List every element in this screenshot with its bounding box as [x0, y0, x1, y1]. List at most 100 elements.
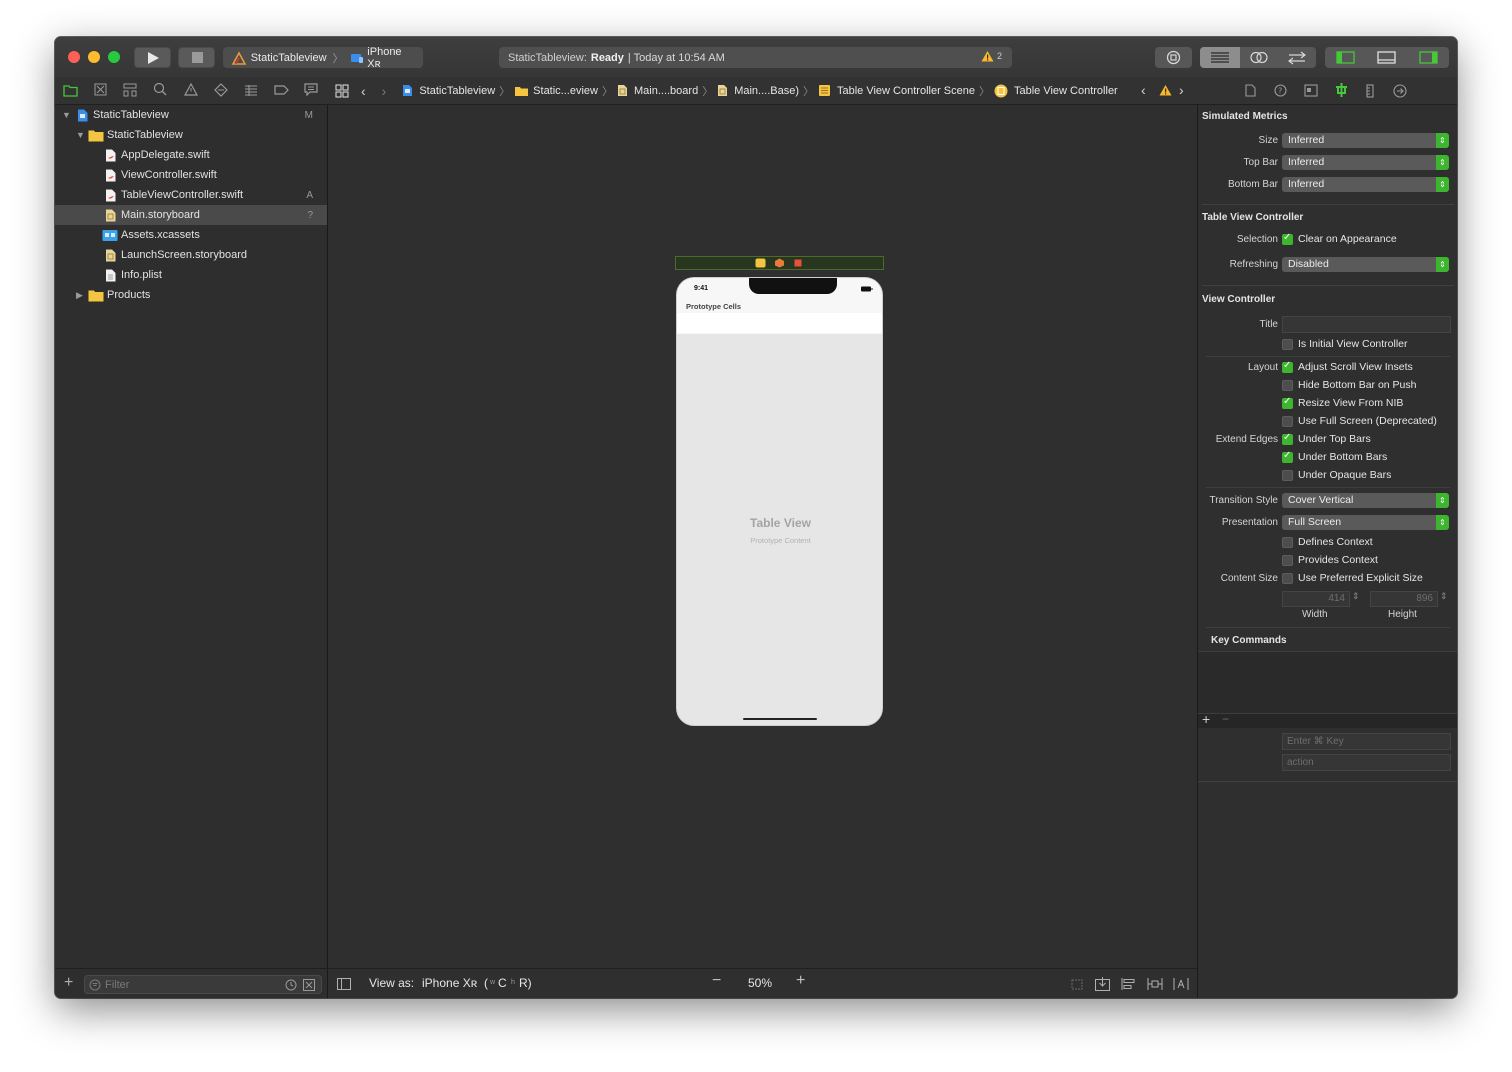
- hide-bottom-bar-checkbox[interactable]: [1282, 380, 1293, 391]
- warning-icon[interactable]: [1159, 84, 1172, 96]
- toggle-inspector-button[interactable]: [1408, 47, 1449, 68]
- first-responder-icon[interactable]: [774, 258, 785, 268]
- provides-context-checkbox[interactable]: [1282, 555, 1293, 566]
- jump-item[interactable]: Main....Base): [734, 85, 799, 97]
- jump-item[interactable]: Static...eview: [533, 85, 598, 97]
- bottom-bar-popup[interactable]: Inferred ⇕: [1282, 177, 1449, 192]
- connections-inspector-icon[interactable]: [1393, 84, 1407, 98]
- use-full-screen-checkbox[interactable]: [1282, 416, 1293, 427]
- add-file-button[interactable]: +: [64, 974, 73, 992]
- run-button[interactable]: [134, 47, 171, 68]
- height-stepper-icon[interactable]: ⇕: [1440, 591, 1448, 602]
- back-arrow-icon[interactable]: ‹: [361, 83, 366, 99]
- key-commands-list[interactable]: [1198, 651, 1457, 714]
- stop-button[interactable]: [178, 47, 215, 68]
- navigator-item[interactable]: ▼ StaticTableview M: [55, 105, 327, 125]
- top-bar-popup[interactable]: Inferred ⇕: [1282, 155, 1449, 170]
- defines-context-checkbox[interactable]: [1282, 537, 1293, 548]
- minimize-window-button[interactable]: [88, 51, 100, 63]
- size-popup[interactable]: Inferred ⇕: [1282, 133, 1449, 148]
- under-bottom-bars-checkbox[interactable]: [1282, 450, 1293, 463]
- exit-icon[interactable]: [793, 258, 804, 268]
- table-view-controller-scene[interactable]: 9:41 Prototype Cells Table View Prototyp…: [676, 277, 883, 726]
- clear-on-appearance-checkbox[interactable]: [1282, 232, 1293, 245]
- navigator-item[interactable]: LaunchScreen.storyboard: [55, 245, 327, 265]
- previous-issue-icon[interactable]: ‹: [1141, 82, 1146, 98]
- toggle-debug-area-button[interactable]: [1366, 47, 1408, 68]
- title-field[interactable]: [1282, 316, 1451, 333]
- presentation-popup[interactable]: Full Screen ⇕: [1282, 515, 1449, 530]
- standard-editor-button[interactable]: [1200, 47, 1240, 68]
- jump-item[interactable]: StaticTableview: [419, 85, 495, 97]
- align-icon[interactable]: [1121, 977, 1136, 991]
- disclosure-open-icon[interactable]: ▼: [62, 110, 71, 120]
- navigator-item[interactable]: TableViewController.swift A: [55, 185, 327, 205]
- width-field[interactable]: 414: [1282, 591, 1350, 607]
- filter-field[interactable]: Filter: [84, 975, 322, 994]
- test-navigator-icon[interactable]: [214, 83, 228, 97]
- embed-in-icon[interactable]: [1095, 977, 1110, 991]
- view-controller-dock-icon[interactable]: [755, 258, 766, 268]
- disclosure-closed-icon[interactable]: ▶: [76, 290, 83, 301]
- is-initial-view-controller-checkbox[interactable]: [1282, 339, 1293, 350]
- warning-indicator[interactable]: 2: [981, 50, 1002, 62]
- refreshing-popup[interactable]: Disabled ⇕: [1282, 257, 1449, 272]
- recent-files-icon[interactable]: [285, 979, 297, 991]
- zoom-out-button[interactable]: −: [712, 972, 721, 990]
- jump-item[interactable]: Table View Controller Scene: [837, 85, 975, 97]
- transition-style-popup[interactable]: Cover Vertical ⇕: [1282, 493, 1449, 508]
- update-frames-icon[interactable]: [1070, 978, 1084, 991]
- resolve-autolayout-issues-icon[interactable]: [1173, 977, 1189, 991]
- navigator-item[interactable]: ▶ Products: [55, 285, 327, 305]
- resize-view-from-nib-checkbox[interactable]: [1282, 396, 1293, 409]
- zoom-window-button[interactable]: [108, 51, 120, 63]
- version-editor-button[interactable]: [1278, 47, 1316, 68]
- toggle-navigator-button[interactable]: [1325, 47, 1366, 68]
- remove-key-command-button[interactable]: −: [1222, 712, 1229, 726]
- document-outline-toggle-icon[interactable]: [337, 978, 351, 990]
- source-control-navigator-icon[interactable]: [94, 83, 107, 97]
- forward-arrow-icon[interactable]: ›: [382, 83, 387, 99]
- size-inspector-icon[interactable]: [1366, 84, 1374, 98]
- help-icon[interactable]: ?: [1274, 84, 1287, 97]
- disclosure-open-icon[interactable]: ▼: [76, 130, 85, 140]
- height-field[interactable]: 896: [1370, 591, 1438, 607]
- navigator-item[interactable]: ▼ StaticTableview: [55, 125, 327, 145]
- under-opaque-bars-checkbox[interactable]: [1282, 470, 1293, 481]
- breakpoint-navigator-icon[interactable]: [274, 84, 289, 96]
- zoom-level[interactable]: 50%: [748, 976, 772, 990]
- navigator-item-selected[interactable]: Main.storyboard ?: [55, 205, 327, 225]
- find-navigator-icon[interactable]: [153, 82, 167, 96]
- close-window-button[interactable]: [68, 51, 80, 63]
- view-as-device[interactable]: iPhone Xʀ: [422, 976, 477, 990]
- scene-dock[interactable]: [675, 256, 884, 270]
- navigator-item[interactable]: ViewController.swift: [55, 165, 327, 185]
- adjust-scroll-view-insets-checkbox[interactable]: [1282, 360, 1293, 373]
- scheme-selector[interactable]: StaticTableview 〉 iPhone Xʀ: [223, 46, 423, 70]
- attributes-inspector-icon[interactable]: [1334, 82, 1349, 98]
- issue-navigator-icon[interactable]: [184, 83, 198, 96]
- width-stepper-icon[interactable]: ⇕: [1352, 591, 1360, 602]
- navigator-item[interactable]: AppDelegate.swift: [55, 145, 327, 165]
- identity-inspector-icon[interactable]: [1304, 84, 1318, 97]
- symbol-navigator-icon[interactable]: [123, 83, 137, 97]
- interface-builder-canvas[interactable]: 9:41 Prototype Cells Table View Prototyp…: [328, 105, 1197, 968]
- prototype-cell[interactable]: [677, 313, 882, 333]
- related-items-icon[interactable]: [335, 83, 349, 98]
- zoom-in-button[interactable]: +: [796, 972, 805, 990]
- jump-item[interactable]: Table View Controller: [1014, 85, 1118, 97]
- key-input-field[interactable]: Enter ⌘ Key: [1282, 733, 1451, 750]
- add-constraints-icon[interactable]: [1147, 977, 1163, 991]
- navigator-item[interactable]: Assets.xcassets: [55, 225, 327, 245]
- navigator-item[interactable]: Info.plist: [55, 265, 327, 285]
- use-preferred-explicit-size-checkbox[interactable]: [1282, 573, 1293, 584]
- under-top-bars-checkbox[interactable]: [1282, 432, 1293, 445]
- project-navigator-icon[interactable]: [63, 83, 78, 97]
- action-input-field[interactable]: action: [1282, 754, 1451, 771]
- report-navigator-icon[interactable]: [304, 83, 318, 97]
- next-issue-icon[interactable]: ›: [1179, 82, 1184, 98]
- assistant-editor-button[interactable]: [1240, 47, 1278, 68]
- scm-filter-icon[interactable]: [303, 979, 315, 991]
- file-inspector-icon[interactable]: [1245, 84, 1256, 97]
- debug-navigator-icon[interactable]: [244, 83, 258, 97]
